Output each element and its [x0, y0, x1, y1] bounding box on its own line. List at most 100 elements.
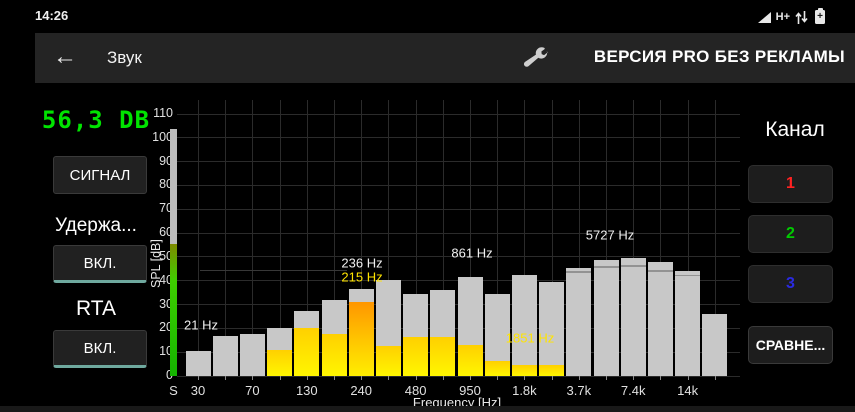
spectrum-bar-peak [593, 260, 619, 376]
page-title: Звук [107, 48, 142, 67]
spectrum-bar-peak [212, 335, 238, 376]
x-tick-mark [361, 376, 363, 380]
channel-label: Канал [765, 118, 825, 141]
spectrum-bar-holdline [675, 274, 701, 277]
x-tick-mark [633, 376, 635, 380]
x-tick-mark [470, 376, 471, 380]
data-transfer-arrows-icon [795, 10, 808, 24]
peak-frequency-annotation: 861 Hz [451, 245, 493, 261]
x-tick-mark [714, 376, 716, 380]
gridline-horizontal [177, 232, 740, 234]
x-tick-label: 7.4k [620, 383, 646, 398]
back-button[interactable]: ← [53, 42, 77, 72]
x-tick-mark [279, 376, 281, 380]
channel-3-button[interactable]: 3 [748, 265, 833, 303]
spectrum-bar-holdline [593, 266, 619, 268]
spectrum-plot: S 30 70 130 240 480 950 1.8k 3.7k 7.4k 14k 21 Hz 236… [169, 100, 740, 398]
x-tick-mark [578, 376, 580, 380]
y-tick-label: 110 [153, 106, 173, 120]
spectrum-bar-live [294, 328, 320, 376]
x-tick-mark [334, 376, 335, 380]
x-tick-mark [252, 376, 254, 380]
y-tick-label: 100 [152, 129, 173, 144]
channel-2-button[interactable]: 2 [748, 215, 833, 253]
status-icons: H+ + [757, 7, 825, 27]
network-type-label: H+ [775, 11, 790, 23]
spectrum-bar-peak [675, 271, 701, 376]
x-tick-mark [198, 376, 199, 380]
spectrum-bar-live [430, 336, 456, 376]
channel-1-button[interactable]: 1 [748, 165, 833, 203]
navigation-bar-strip [0, 406, 855, 412]
spectrum-bar-live [375, 346, 401, 376]
peak-frequency-annotation: 236 Hz [341, 255, 383, 271]
level-meter-peak [170, 129, 177, 244]
spectrum-bar-live [403, 336, 429, 376]
spectrum-bar-peak [239, 334, 265, 376]
spectrum-bar-holdline [620, 265, 646, 267]
battery-charging-symbol: + [817, 11, 823, 22]
peak-frequency-annotation: 5727 Hz [585, 227, 635, 243]
x-tick-label: 130 [295, 383, 318, 398]
gridline-vertical [198, 100, 199, 376]
x-tick-mark [497, 376, 499, 380]
gridline-horizontal [177, 161, 740, 163]
rta-toggle-button[interactable]: ВКЛ. [53, 330, 147, 368]
y-tick-label: 90 [159, 153, 173, 168]
global-hold-line [200, 270, 347, 271]
y-tick-label: 20 [159, 320, 173, 335]
app-screen: 14:26 H+ + ← Звук ВЕРСИЯ PRO БЕЗ РЕКЛАМЫ… [0, 0, 855, 412]
spectrum-bar-live [457, 345, 483, 376]
x-tick-mark [606, 376, 607, 380]
x-tick-mark [306, 376, 308, 380]
pro-version-banner[interactable]: ВЕРСИЯ PRO БЕЗ РЕКЛАМЫ [594, 47, 845, 67]
cellular-signal-icon [757, 11, 771, 23]
x-tick-mark [225, 376, 227, 380]
spectrum-bar-peak [511, 274, 537, 376]
y-tick-label: 60 [159, 225, 173, 240]
spectrum-bar-live [267, 349, 293, 376]
x-tick-mark [687, 376, 689, 380]
status-bar: 14:26 H+ + [0, 0, 855, 33]
spectrum-bar-live [348, 302, 374, 376]
hold-toggle-button[interactable]: ВКЛ. [53, 245, 147, 283]
x-tick-label: 14k [677, 383, 699, 398]
y-tick-label: 40 [159, 272, 173, 287]
x-tick-mark [551, 376, 553, 380]
x-tick-mark [442, 376, 444, 380]
signal-button[interactable]: СИГНАЛ [53, 156, 147, 194]
x-tick-label: 3.7k [566, 383, 592, 398]
spectrum-bar-live [484, 360, 510, 376]
battery-icon: + [815, 8, 825, 24]
spectrum-bar-live [321, 334, 347, 376]
app-bar: ← Звук ВЕРСИЯ PRO БЕЗ РЕКЛАМЫ [35, 33, 855, 83]
x-tick-mark [388, 376, 390, 380]
spectrum-bar-peak [702, 314, 728, 376]
y-tick-label: 10 [159, 344, 173, 359]
spectrum-bar-peak [620, 258, 646, 376]
gridline-horizontal [177, 137, 740, 139]
x-tick-mark [524, 376, 526, 380]
gridline-horizontal [177, 184, 740, 186]
spectrum-bar-live [511, 365, 537, 376]
y-tick-label: 30 [159, 296, 173, 311]
x-tick-mark [660, 376, 662, 380]
spectrum-bar-peak [647, 261, 673, 376]
peak-frequency-annotation: 1851 Hz [505, 330, 555, 346]
settings-wrench-icon[interactable] [523, 45, 549, 71]
x-tick-mark [415, 376, 417, 380]
compare-button[interactable]: СРАВНЕ... [748, 326, 833, 364]
x-tick-label: 70 [245, 383, 260, 398]
x-tick-label: 30 [190, 383, 206, 398]
y-tick-label: 50 [159, 248, 173, 263]
clock: 14:26 [35, 8, 69, 23]
gridline-horizontal [177, 208, 740, 210]
level-meter-current [170, 243, 177, 376]
y-tick-label: 0 [135, 368, 173, 382]
spectrum-bar-live [539, 365, 565, 376]
spectrum-bar-holdline [647, 270, 673, 272]
y-tick-label: 70 [159, 201, 173, 216]
spectrum-bar-peak [539, 281, 565, 376]
gridline-horizontal [177, 113, 740, 115]
peak-frequency-annotation: 21 Hz [184, 317, 218, 333]
